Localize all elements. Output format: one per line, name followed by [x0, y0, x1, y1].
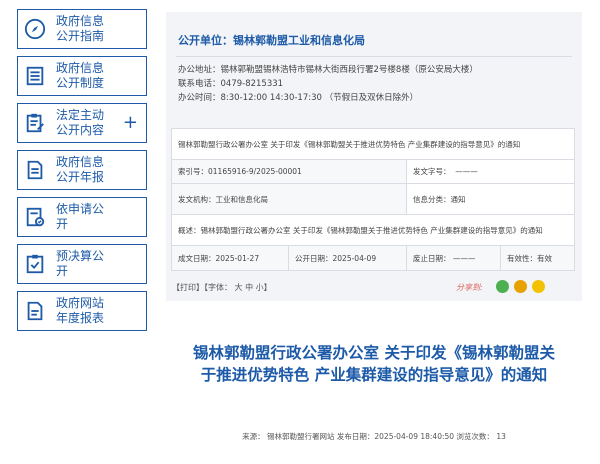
sidebar-item-label: 政府信息: [56, 155, 105, 169]
sidebar-item-label: 开: [56, 217, 69, 231]
abolished-label: 废止日期：: [413, 253, 451, 263]
validity-value: 有效: [537, 253, 552, 263]
sidebar-item-label: 公开制度: [56, 76, 105, 90]
annual-report-icon: [18, 291, 52, 331]
sidebar-item-website-report[interactable]: 政府网站 年度报表: [17, 291, 147, 331]
list-document-icon: [18, 56, 52, 96]
docno-value: ———: [455, 167, 478, 176]
validity-label: 有效性：: [507, 253, 537, 263]
created-label: 成文日期：: [178, 253, 216, 263]
sidebar-item-label: 依申请公: [56, 202, 105, 216]
docno-label: 发文字号：: [413, 167, 451, 176]
sidebar-item-budget[interactable]: 预决算公开: [17, 244, 147, 284]
article-content: 锡林郭勒盟行政公署办公室 关于印发《锡林郭勒盟关于推进优势特色 产业集群建设的指…: [166, 301, 582, 464]
index-value: 01165916-9/2025-00001: [208, 167, 302, 176]
issuer-label: 发文机构：: [178, 194, 216, 204]
share-label: 分享到:: [456, 282, 483, 292]
sidebar-item-annual[interactable]: 政府信息 公开年报: [17, 150, 147, 190]
sidebar-item-application[interactable]: 依申请公开: [17, 197, 147, 237]
main-panel: 公开单位：锡林郭勒盟工业和信息化局 办公地址：锡林郭勒盟锡林浩特市锡林大街西段行…: [166, 12, 582, 464]
sidebar-item-guide[interactable]: 政府信息 公开指南: [17, 9, 147, 49]
abolished-value: ———: [452, 253, 476, 263]
wechat-share-icon[interactable]: [496, 280, 509, 293]
article-meta: 来源： 锡林郭勒盟行署网站 发布日期：2025-04-09 18:40:50 浏…: [242, 432, 506, 441]
print-font-tools[interactable]: 【打印】【字体： 大 中 小】: [172, 282, 272, 293]
sidebar-item-label: 政府信息: [56, 61, 105, 75]
unit-phone: 联系电话：0479-8215331: [178, 79, 284, 89]
summary-cell: 概述：锡林郭勒盟行政公署办公室 关于印发《锡林郭勒盟关于推进优势特色 产业集群建…: [178, 225, 543, 235]
index-label: 索引号：: [178, 167, 208, 176]
unit-address: 办公地址：锡林郭勒盟锡林浩特市锡林大街西段行署2号楼8楼（原公安局大楼）: [178, 65, 478, 75]
sidebar-item-label: 公开年报: [56, 170, 105, 184]
sidebar-item-content[interactable]: 法定主动 公开内容 +: [17, 103, 147, 143]
sidebar-item-system[interactable]: 政府信息 公开制度: [17, 56, 147, 96]
created-value: 2025-01-27: [215, 253, 260, 263]
sidebar-item-label: 公开内容: [56, 123, 105, 137]
document-info-table: 锡林郭勒盟行政公署办公室 关于印发《锡林郭勒盟关于推进优势特色 产业集群建设的指…: [171, 128, 575, 271]
sidebar-item-label: 预决算公: [56, 249, 105, 263]
expand-plus-icon[interactable]: +: [123, 113, 138, 133]
category-value: 通知: [450, 194, 466, 204]
unit-hours: 办公时间：8:30-12:00 14:30-17:30 （节假日及双休日除外）: [178, 93, 419, 103]
compass-icon: [18, 9, 52, 49]
unit-title: 公开单位：锡林郭勒盟工业和信息化局: [176, 22, 572, 57]
article-title: 锡林郭勒盟行政公署办公室 关于印发《锡林郭勒盟关于推进优势特色 产业集群建设的指…: [193, 344, 555, 384]
qzone-share-icon[interactable]: [532, 280, 545, 293]
doc-title-cell: 锡林郭勒盟行政公署办公室 关于印发《锡林郭勒盟关于推进优势特色 产业集群建设的指…: [178, 139, 521, 149]
unit-info: 公开单位：锡林郭勒盟工业和信息化局 办公地址：锡林郭勒盟锡林浩特市锡林大街西段行…: [166, 12, 582, 129]
sidebar-item-label: 政府信息: [56, 14, 105, 28]
tool-bar: 【打印】【字体： 大 中 小】 分享到:: [166, 278, 582, 296]
published-value: 2025-04-09: [332, 253, 377, 263]
budget-check-icon: [18, 244, 52, 284]
report-document-icon: [18, 150, 52, 190]
sidebar-item-label: 法定主动: [56, 108, 105, 122]
application-form-icon: [18, 197, 52, 237]
sidebar: 政府信息 公开指南 政府信息 公开制度 法定主动 公开内容 + 政府信息 公开年报 依申…: [17, 9, 147, 338]
clipboard-edit-icon: [18, 103, 52, 143]
issuer-value: 工业和信息化局: [215, 194, 269, 204]
sidebar-item-label: 公开指南: [56, 29, 105, 43]
category-label: 信息分类：: [413, 194, 451, 204]
sidebar-item-label: 年度报表: [56, 311, 105, 325]
sidebar-item-label: 政府网站: [56, 296, 105, 310]
published-label: 公开日期：: [295, 253, 333, 263]
weibo-share-icon[interactable]: [514, 280, 527, 293]
sidebar-item-label: 开: [56, 264, 69, 278]
